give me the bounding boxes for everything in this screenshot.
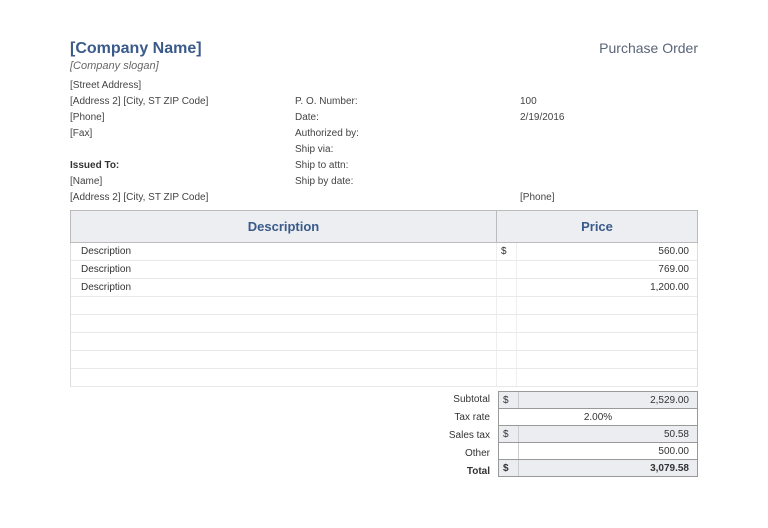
fax-line: [Fax] [70,126,295,142]
cell-desc: Description [71,279,497,296]
po-number-value: 100 [520,94,698,110]
info-block: [Street Address] [Address 2] [City, ST Z… [70,78,698,206]
cell-price: 1,200.00 [517,279,697,296]
table-header: Description Price [70,210,698,243]
date-value: 2/19/2016 [520,110,698,126]
cell-currency: $ [497,243,517,260]
table-row-empty: .. [71,315,697,333]
subtotal-row: $ 2,529.00 [498,391,698,409]
ship-by-label: Ship by date: [295,174,520,190]
phone-line: [Phone] [70,110,295,126]
issued-phone: [Phone] [520,190,698,206]
currency-symbol: $ [499,392,519,408]
subtotal-value: 2,529.00 [519,392,697,408]
issued-address: [Address 2] [City, ST ZIP Code] [70,190,295,206]
address-col: [Street Address] [Address 2] [City, ST Z… [70,78,295,206]
totals-labels: Subtotal Tax rate Sales tax Other Total [398,391,498,481]
sales-tax-label: Sales tax [398,427,498,445]
cell-desc: Description [71,243,497,260]
column-price: Price [497,211,697,242]
tax-rate-value: 2.00% [499,409,697,425]
cell-price: 769.00 [517,261,697,278]
ship-attn-label: Ship to attn: [295,158,520,174]
cell-desc: Description [71,261,497,278]
company-name: [Company Name] [70,40,202,58]
currency-symbol: $ [499,426,519,442]
issued-to-header: Issued To: [70,158,295,174]
table-row-empty: .. [71,297,697,315]
ship-via-label: Ship via: [295,142,520,158]
table-row: Description 1,200.00 [71,279,697,297]
authorized-label: Authorized by: [295,126,520,142]
currency-symbol: $ [499,460,519,476]
issued-name: [Name] [70,174,295,190]
po-number-label: P. O. Number: [295,94,520,110]
po-values-col: 100 2/19/2016 [Phone] [520,78,698,206]
column-description: Description [71,211,497,242]
po-fields-col: P. O. Number: Date: Authorized by: Ship … [295,78,520,206]
totals-values: $ 2,529.00 2.00% $ 50.58 500.00 $ 3,079.… [498,391,698,481]
company-block: [Company Name] [Company slogan] [70,40,202,72]
cell-price: 560.00 [517,243,697,260]
other-value: 500.00 [519,443,697,459]
table-row-empty: .. [71,369,697,387]
total-row: $ 3,079.58 [498,459,698,477]
tax-rate-row: 2.00% [498,408,698,426]
total-label: Total [398,463,498,481]
table-body: Description $ 560.00 Description 769.00 … [70,243,698,387]
company-slogan: [Company slogan] [70,60,202,72]
other-row: 500.00 [498,442,698,460]
table-row-empty: .. [71,351,697,369]
header-row: [Company Name] [Company slogan] Purchase… [70,40,698,72]
other-label: Other [398,445,498,463]
table-row-empty: .. [71,333,697,351]
table-row: Description $ 560.00 [71,243,697,261]
total-value: 3,079.58 [519,460,697,476]
subtotal-label: Subtotal [398,391,498,409]
totals-block: Subtotal Tax rate Sales tax Other Total … [70,391,698,481]
tax-rate-label: Tax rate [398,409,498,427]
date-label: Date: [295,110,520,126]
table-row: Description 769.00 [71,261,697,279]
document-title: Purchase Order [599,40,698,56]
sales-tax-value: 50.58 [519,426,697,442]
city-line: [Address 2] [City, ST ZIP Code] [70,94,295,110]
street-address: [Street Address] [70,78,295,94]
sales-tax-row: $ 50.58 [498,425,698,443]
